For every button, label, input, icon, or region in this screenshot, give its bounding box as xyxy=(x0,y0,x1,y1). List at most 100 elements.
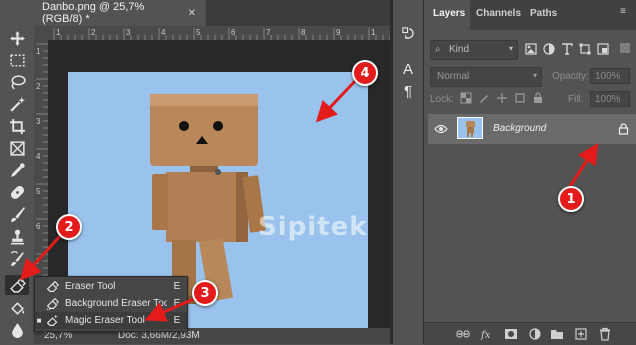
add-mask-icon[interactable] xyxy=(504,327,518,341)
background-eraser-icon xyxy=(43,297,61,310)
ruler-label: 9 xyxy=(336,28,341,37)
opacity-value: 100% xyxy=(595,70,621,82)
lock-image-pixels-icon[interactable] xyxy=(478,92,490,104)
fill-label: Fill: xyxy=(568,94,584,105)
magic-eraser-icon xyxy=(43,314,61,327)
visibility-eye-icon[interactable] xyxy=(434,124,448,134)
crop-tool-icon[interactable] xyxy=(5,116,29,136)
ruler-label: 1 xyxy=(56,28,61,37)
ruler-label: 5 xyxy=(36,187,41,196)
ruler-label: 6 xyxy=(231,28,236,37)
lock-transparent-pixels-icon[interactable] xyxy=(460,92,472,104)
ruler-label: 7 xyxy=(266,28,271,37)
history-icon[interactable] xyxy=(399,24,417,42)
flyout-item-label: Eraser Tool xyxy=(65,281,116,292)
active-tool-marker-icon: ■ xyxy=(36,316,42,325)
panel-tab-bar: Layers Channels Paths ≡ xyxy=(424,0,636,30)
opacity-label: Opacity: xyxy=(552,71,589,82)
lock-label: Lock: xyxy=(430,94,454,105)
layer-thumbnail-figure xyxy=(466,121,475,137)
paragraph-icon[interactable]: ¶ xyxy=(399,82,417,100)
lock-all-icon[interactable] xyxy=(532,92,544,104)
search-icon: ⌕ xyxy=(435,44,441,55)
tools-panel xyxy=(0,0,35,344)
fill-field[interactable]: 100% xyxy=(590,91,630,107)
ruler-label: 6 xyxy=(36,222,41,231)
flyout-item-background-eraser-tool[interactable]: Background Eraser Tool E xyxy=(35,295,187,312)
document-tab-title: Danbo.png @ 25,7% (RGB/8) * xyxy=(42,1,145,25)
filter-kind-select[interactable]: ⌕ Kind ▾ xyxy=(430,40,518,60)
tab-strip xyxy=(206,0,390,26)
filter-kind-value: Kind xyxy=(449,44,470,55)
ruler-label: 5 xyxy=(196,28,201,37)
move-tool-icon[interactable] xyxy=(5,28,29,48)
character-icon[interactable]: A xyxy=(399,60,417,78)
adjustment-filter-icon[interactable] xyxy=(542,42,556,56)
smart-object-filter-icon[interactable] xyxy=(596,42,610,56)
chevron-down-icon: ▾ xyxy=(508,44,513,53)
shape-filter-icon[interactable] xyxy=(578,42,592,56)
svg-text:fx: fx xyxy=(480,330,491,341)
layer-thumbnail[interactable] xyxy=(457,117,483,139)
flyout-item-magic-eraser-tool[interactable]: ■ Magic Eraser Tool E xyxy=(35,312,187,329)
eraser-tools-flyout: Eraser Tool E Background Eraser Tool E ■… xyxy=(34,276,188,332)
callout-2: 2 xyxy=(56,214,82,240)
ruler-label: 4 xyxy=(36,152,41,161)
ruler-label: 1 xyxy=(371,28,376,37)
panel-menu-icon[interactable]: ≡ xyxy=(620,6,626,17)
lock-artboard-icon[interactable] xyxy=(514,92,526,104)
layer-name[interactable]: Background xyxy=(493,123,546,134)
callout-1: 1 xyxy=(558,186,584,212)
healing-brush-tool-icon[interactable] xyxy=(5,182,29,202)
ruler-label: 4 xyxy=(161,28,166,37)
ruler-label: 8 xyxy=(301,28,306,37)
frame-tool-icon[interactable] xyxy=(5,138,29,158)
layer-row-background[interactable]: Background xyxy=(428,114,636,144)
tab-layers[interactable]: Layers xyxy=(433,8,465,19)
lasso-tool-icon[interactable] xyxy=(5,72,29,92)
document-tab[interactable]: Danbo.png @ 25,7% (RGB/8) * ✕ xyxy=(34,0,206,26)
horizontal-ruler: 1 2 3 4 5 6 7 8 9 1 xyxy=(34,26,405,41)
history-brush-tool-icon[interactable] xyxy=(5,248,29,268)
panel-bottom-toolbar: fx xyxy=(424,322,636,345)
new-layer-icon[interactable] xyxy=(574,327,588,341)
ruler-label: 2 xyxy=(91,28,96,37)
delete-layer-trash-icon[interactable] xyxy=(598,327,612,341)
callout-4: 4 xyxy=(352,60,378,86)
adjustment-layer-icon[interactable] xyxy=(528,327,542,341)
clone-stamp-tool-icon[interactable] xyxy=(5,226,29,246)
callout-3: 3 xyxy=(192,280,218,306)
flyout-item-label: Magic Eraser Tool xyxy=(65,315,145,326)
flyout-item-eraser-tool[interactable]: Eraser Tool E xyxy=(35,278,187,295)
layer-lock-icon[interactable] xyxy=(618,123,629,135)
pixel-filter-icon[interactable] xyxy=(524,42,538,56)
blur-tool-icon[interactable] xyxy=(5,320,29,340)
layers-panel: Layers Channels Paths ≡ ⌕ Kind ▾ Normal … xyxy=(424,0,636,345)
filter-toggle[interactable] xyxy=(620,43,630,53)
opacity-field[interactable]: 100% xyxy=(590,68,630,84)
tab-channels[interactable]: Channels xyxy=(476,8,521,19)
eraser-icon xyxy=(43,280,61,293)
link-layers-icon[interactable] xyxy=(456,327,470,341)
flyout-item-shortcut: E xyxy=(173,281,181,292)
ruler-label: 7 xyxy=(36,257,41,266)
close-icon[interactable]: ✕ xyxy=(188,8,196,19)
flyout-item-shortcut: E xyxy=(173,315,181,326)
blend-mode-value: Normal xyxy=(437,71,470,82)
horizontal-ruler-ticks: 1 2 3 4 5 6 7 8 9 1 xyxy=(53,28,405,40)
magic-wand-tool-icon[interactable] xyxy=(5,94,29,114)
brush-tool-icon[interactable] xyxy=(5,204,29,224)
eyedropper-tool-icon[interactable] xyxy=(5,160,29,180)
flyout-item-shortcut: E xyxy=(173,298,181,309)
lock-position-icon[interactable] xyxy=(496,92,508,104)
marquee-tool-icon[interactable] xyxy=(5,50,29,70)
type-filter-icon[interactable] xyxy=(560,42,574,56)
eraser-tool-icon[interactable] xyxy=(5,275,29,295)
paint-bucket-tool-icon[interactable] xyxy=(5,298,29,318)
layer-style-fx-icon[interactable]: fx xyxy=(480,327,494,341)
tab-paths[interactable]: Paths xyxy=(530,8,557,19)
blend-mode-select[interactable]: Normal ▾ xyxy=(430,67,542,87)
chevron-down-icon: ▾ xyxy=(532,71,537,80)
collapsed-panels-strip: A ¶ xyxy=(393,0,424,344)
new-group-folder-icon[interactable] xyxy=(550,327,564,341)
